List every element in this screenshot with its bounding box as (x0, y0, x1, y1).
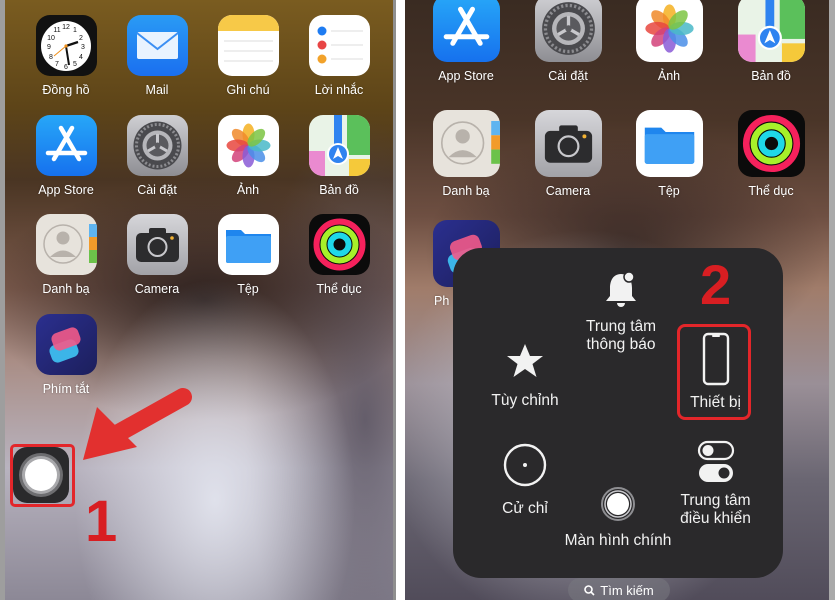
app-label: Mail (145, 83, 169, 97)
annotation-box-2 (677, 324, 751, 420)
app-label: Lời nhắc (314, 83, 364, 97)
contacts-icon (432, 110, 500, 177)
app-maps[interactable]: Bản đồ (731, 0, 811, 83)
menu-item-notification-center[interactable]: Trung tâm thông báo (571, 270, 671, 354)
app-contacts[interactable]: Danh bạ (426, 110, 506, 198)
app-photos[interactable]: Ảnh (208, 115, 288, 197)
app-fitness[interactable]: Thể dục (299, 214, 379, 296)
notes-icon (217, 15, 279, 76)
svg-text:8: 8 (49, 54, 53, 61)
app-label: Cài đặt (548, 69, 588, 83)
app-label: Thể dục (316, 282, 362, 296)
annotation-arrow (83, 388, 192, 460)
app-label: Bản đồ (319, 183, 359, 197)
menu-item-home[interactable]: Màn hình chính (553, 486, 683, 550)
photos-flower-icon (635, 0, 703, 62)
svg-text:10: 10 (47, 35, 55, 42)
app-clock[interactable]: 12 3 6 9 12 45 7 8 10 11 Đồng hồ (26, 15, 106, 97)
home-button-icon (601, 487, 635, 521)
settings-gear-icon (126, 115, 188, 176)
app-app-store[interactable]: App Store (426, 0, 506, 83)
app-label: Tệp (237, 282, 259, 296)
app-label: Ảnh (657, 69, 681, 83)
annotation-number-1: 1 (85, 489, 118, 554)
app-camera[interactable]: Camera (117, 214, 197, 296)
app-camera[interactable]: Camera (528, 110, 608, 198)
app-settings[interactable]: Cài đặt (528, 0, 608, 83)
app-label: Thể dục (748, 184, 794, 198)
svg-text:7: 7 (55, 61, 59, 68)
app-label: Ảnh (236, 183, 260, 197)
mail-icon (126, 15, 188, 76)
app-photos[interactable]: Ảnh (629, 0, 709, 83)
maps-icon (737, 0, 805, 62)
star-icon (507, 344, 543, 377)
app-label: Cài đặt (137, 183, 177, 197)
fitness-rings-icon (737, 110, 805, 177)
toggles-icon (697, 440, 734, 482)
app-contacts[interactable]: Danh bạ (26, 214, 106, 296)
assistive-touch-menu: Trung tâm thông báo Tùy chỉnh Thiết bị 2… (453, 248, 783, 578)
photos-flower-icon (217, 115, 279, 176)
search-icon (584, 584, 595, 596)
left-screenshot-panel: 12 3 6 9 1245 7 8 10 11 Đồng hồ Mail Ghi… (0, 0, 396, 600)
app-label: Đồng hồ (42, 83, 90, 97)
fitness-rings-icon (308, 214, 370, 275)
app-label: Ghi chú (226, 83, 270, 97)
assistive-touch-button[interactable] (13, 447, 69, 503)
app-app-store[interactable]: App Store (26, 115, 106, 197)
search-label: Tìm kiếm (600, 582, 654, 598)
app-label: Camera (545, 184, 591, 198)
settings-gear-icon (534, 0, 602, 62)
menu-item-control-center[interactable]: Trung tâm điều khiển (668, 440, 763, 528)
files-folder-icon (217, 214, 279, 275)
svg-text:2: 2 (79, 35, 83, 42)
app-reminders[interactable]: Lời nhắc (299, 15, 379, 97)
svg-text:3: 3 (81, 44, 85, 51)
app-label: App Store (438, 69, 494, 83)
menu-label: Trung tâm điều khiển (680, 492, 751, 527)
app-label: Camera (134, 282, 180, 296)
app-mail[interactable]: Mail (117, 15, 197, 97)
svg-text:6: 6 (64, 64, 68, 71)
svg-text:1: 1 (73, 27, 77, 34)
clock-icon: 12 3 6 9 12 45 7 8 10 11 (35, 15, 97, 76)
menu-label: Tùy chỉnh (491, 392, 559, 409)
app-label: Danh bạ (42, 282, 90, 296)
shortcuts-icon (35, 314, 97, 375)
app-label: Tệp (658, 184, 680, 198)
search-pill[interactable]: Tìm kiếm (568, 578, 670, 600)
contacts-icon (35, 214, 97, 275)
files-folder-icon (635, 110, 703, 177)
app-label: App Store (38, 183, 94, 197)
app-notes[interactable]: Ghi chú (208, 15, 288, 97)
annotation-number-2: 2 (700, 253, 732, 316)
maps-icon (308, 115, 370, 176)
svg-text:9: 9 (47, 44, 51, 51)
app-maps[interactable]: Bản đồ (299, 115, 379, 197)
app-settings[interactable]: Cài đặt (117, 115, 197, 197)
app-store-icon (35, 115, 97, 176)
svg-text:11: 11 (53, 27, 60, 34)
menu-label: Trung tâm thông báo (585, 318, 657, 353)
menu-label: Màn hình chính (564, 532, 672, 549)
app-shortcuts[interactable]: Phím tắt (26, 314, 106, 396)
app-fitness[interactable]: Thể dục (731, 110, 811, 198)
app-files[interactable]: Tệp (629, 110, 709, 198)
svg-text:12: 12 (62, 24, 70, 31)
svg-text:4: 4 (79, 54, 83, 61)
camera-icon (534, 110, 602, 177)
bell-icon (606, 271, 636, 307)
reminders-icon (308, 15, 370, 76)
app-store-icon (432, 0, 500, 62)
app-label: Danh bạ (442, 184, 490, 198)
menu-item-customize[interactable]: Tùy chỉnh (471, 342, 579, 410)
app-label: Bản đồ (751, 69, 791, 83)
gesture-circle-icon (503, 443, 547, 487)
svg-text:5: 5 (73, 61, 77, 68)
camera-icon (126, 214, 188, 275)
app-files[interactable]: Tệp (208, 214, 288, 296)
